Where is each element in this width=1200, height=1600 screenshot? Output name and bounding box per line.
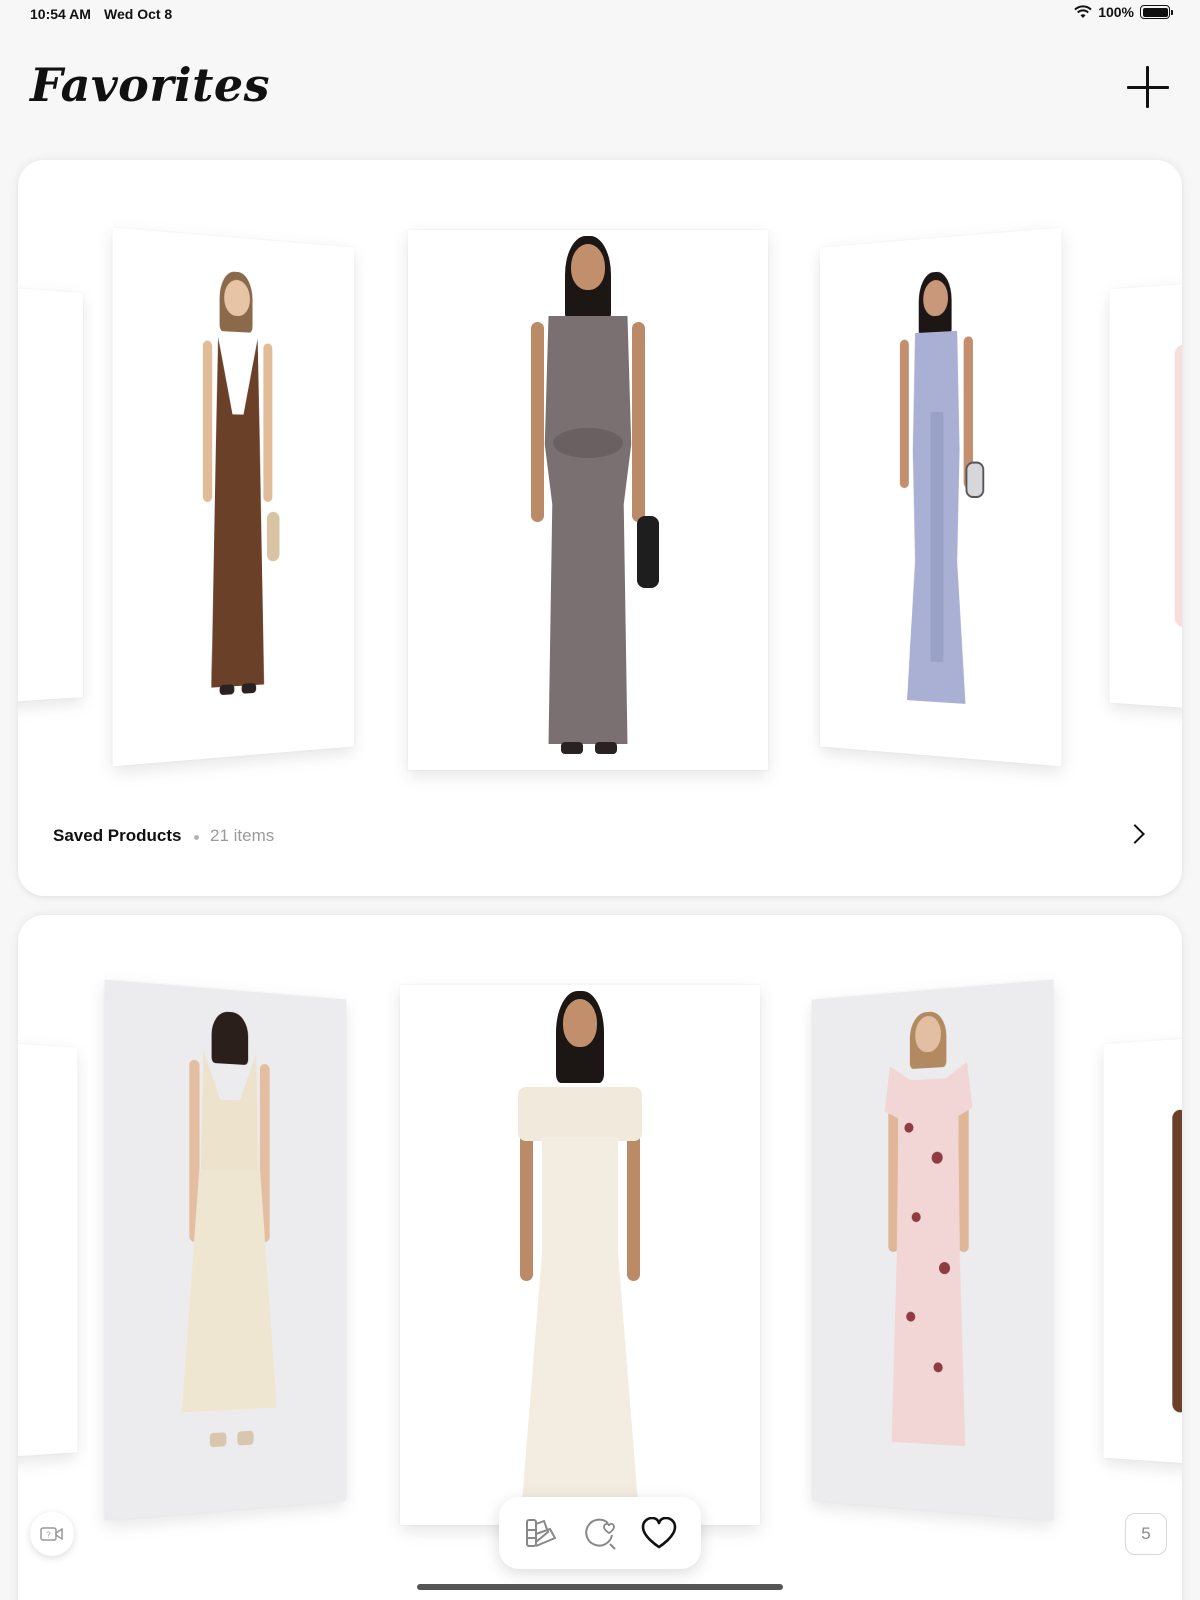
refresh-heart-icon: [585, 1518, 616, 1550]
product-image-pink-floral-dress: [865, 1007, 993, 1487]
page-count-badge[interactable]: 5: [1125, 1513, 1167, 1555]
heart-icon: [642, 1517, 677, 1549]
dress-shape: [544, 316, 632, 744]
collection-card-saved-products[interactable]: Saved Products 21 items: [18, 160, 1182, 896]
bottom-tab-bar: [499, 1497, 701, 1569]
dress-skirt: [520, 1243, 640, 1521]
product-card-partial-right[interactable]: [1103, 1037, 1182, 1465]
plus-icon[interactable]: [1124, 64, 1172, 112]
product-image-cream-eyelet-dress: [165, 1007, 293, 1487]
svg-text:?: ?: [46, 1531, 51, 1540]
video-camera-button[interactable]: ?: [30, 1512, 74, 1556]
product-carousel[interactable]: [18, 915, 1182, 1555]
product-image-brown-dress: [182, 268, 292, 716]
dress-bodice: [542, 1137, 618, 1247]
separator-dot: [194, 835, 199, 840]
dress-shape: [518, 1087, 642, 1141]
palette-icon: [525, 1519, 557, 1547]
video-camera-icon: ?: [40, 1527, 63, 1541]
product-image-lavender-dress: [882, 268, 992, 716]
product-card[interactable]: [819, 227, 1062, 767]
page-title: Favorites: [30, 58, 270, 112]
home-indicator[interactable]: [417, 1584, 783, 1590]
status-indicators: 100%: [1074, 4, 1173, 20]
discover-tab[interactable]: [577, 1510, 623, 1556]
product-card[interactable]: [112, 227, 355, 767]
product-card-selected[interactable]: [400, 985, 760, 1525]
product-card-partial-left[interactable]: [18, 1042, 78, 1458]
product-image-ivory-dress: [500, 991, 660, 1521]
favorites-tab[interactable]: [636, 1510, 682, 1556]
battery-icon: [1140, 5, 1173, 19]
product-card-selected[interactable]: [408, 230, 768, 770]
collection-title[interactable]: Saved Products: [53, 826, 182, 846]
product-image-taupe-dress: [513, 236, 663, 766]
product-carousel[interactable]: [18, 160, 1182, 800]
product-card-partial-right[interactable]: [1109, 282, 1182, 710]
battery-percentage: 100%: [1098, 4, 1134, 20]
dress-shape: [197, 1050, 263, 1173]
status-bar: 10:54 AM Wed Oct 8 100%: [0, 0, 1200, 28]
product-card-partial-left[interactable]: [18, 286, 84, 704]
wifi-icon: [1074, 5, 1092, 18]
chevron-right-icon[interactable]: [1125, 824, 1145, 844]
collection-item-count: 21 items: [210, 826, 275, 845]
status-date: Wed Oct 8: [104, 6, 173, 22]
status-time: 10:54 AM: [30, 6, 91, 22]
palette-tab[interactable]: [518, 1510, 564, 1556]
product-card[interactable]: [104, 979, 347, 1521]
product-card[interactable]: [811, 979, 1054, 1521]
dress-shape: [210, 337, 265, 688]
